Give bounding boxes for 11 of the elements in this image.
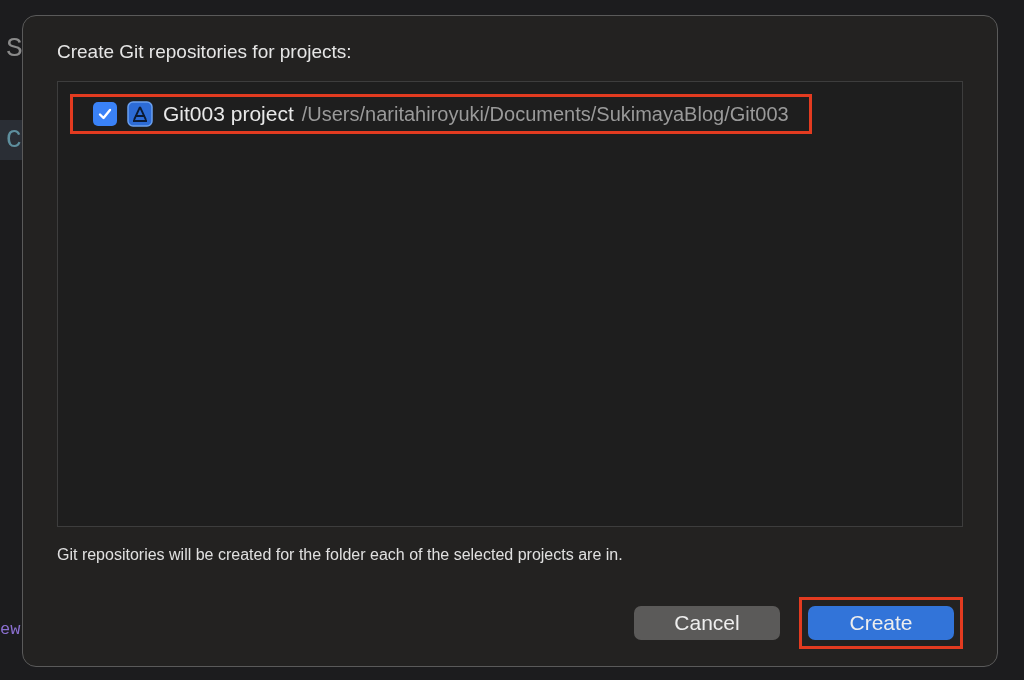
checkbox[interactable] [93, 101, 117, 126]
create-button[interactable]: Create [808, 605, 954, 640]
cancel-button[interactable]: Cancel [634, 605, 780, 640]
code-line: ew [0, 619, 22, 642]
note-text: Git repositories will be created for the folder each of the selected projects are in. [57, 544, 624, 565]
project-row[interactable]: Git003 project /Users/naritahiroyuki/Documents/SukimayaBlog/Git003 [70, 93, 812, 134]
app-icon [127, 100, 153, 127]
code-line: S [5, 32, 24, 66]
project-name: Git003 project [163, 100, 294, 127]
dialog-title: Create Git repositories for projects: [57, 40, 353, 64]
project-path: /Users/naritahiroyuki/Documents/SukimayaBlog/Git003 [301, 101, 789, 127]
